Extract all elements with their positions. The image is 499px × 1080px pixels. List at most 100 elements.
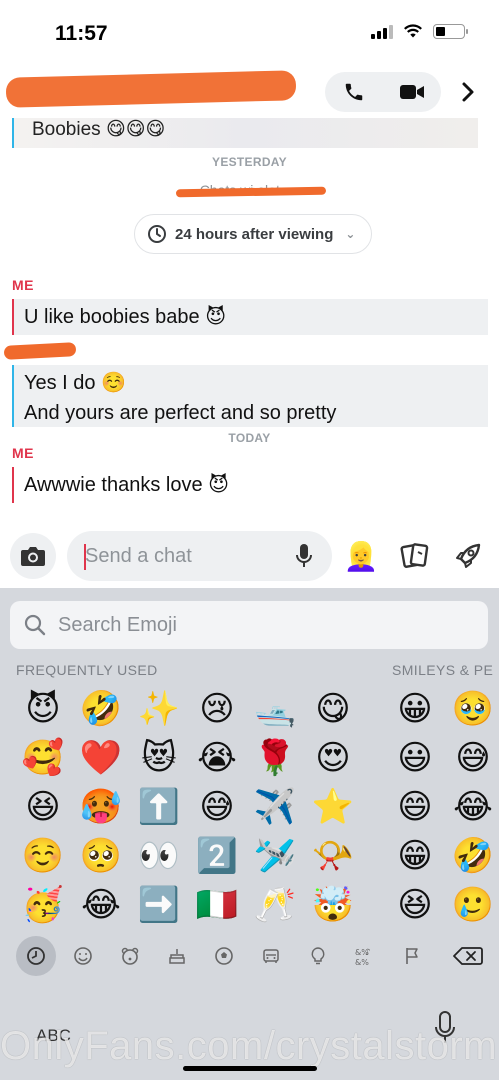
frequent-emoji-grid: 😈 🤣 ✨ 😢 🛥️ 😋 🥰 ❤️ 😻 😭 🌹 😍 😆 🥵 ⬆️ 😅 ✈️ ⭐ ☺️ 🥺 👀 2️⃣ 🛩️ 📯 🥳 😂 ➡️ 🇮🇹 🥂 🤯: [14, 684, 354, 929]
chat-retention-setting[interactable]: 24 hours after viewing ⌄: [134, 214, 372, 254]
emoji-search-placeholder: Search Emoji: [58, 613, 177, 636]
message-bubble[interactable]: Awwwie thanks love 😈: [12, 467, 488, 503]
emoji-key[interactable]: 🥹: [444, 684, 499, 733]
sticker-cards-icon: [400, 543, 429, 568]
voice-call-button[interactable]: [334, 72, 374, 112]
battery-icon: [433, 24, 468, 39]
svg-text:♪: ♪: [365, 948, 371, 958]
home-indicator[interactable]: [183, 1066, 317, 1071]
category-objects[interactable]: [298, 936, 338, 976]
emoji-key[interactable]: 😢: [188, 684, 246, 733]
bitmoji-button[interactable]: 👱‍♀️: [343, 536, 379, 576]
emoji-key[interactable]: 🛩️: [246, 831, 304, 880]
emoji-key[interactable]: 👀: [130, 831, 188, 880]
emoji-key[interactable]: 🥂: [246, 880, 304, 929]
emoji-key[interactable]: 😀: [386, 684, 444, 733]
status-time: 11:57: [55, 22, 108, 45]
sender-label-me: ME: [12, 277, 34, 293]
message-line: And yours are perfect and so pretty: [24, 402, 337, 424]
bitmoji-avatar-icon: 👱‍♀️: [343, 540, 379, 572]
emoji-key[interactable]: ⬆️: [130, 782, 188, 831]
category-travel[interactable]: [251, 936, 291, 976]
emoji-key[interactable]: 😈: [14, 684, 72, 733]
emoji-key[interactable]: 😅: [188, 782, 246, 831]
emoji-key[interactable]: 😆: [386, 880, 444, 929]
message-line: Yes I do ☺️: [24, 372, 127, 394]
snap-preview[interactable]: Boobies 😋😋😋: [12, 118, 478, 148]
message-bubble[interactable]: U like boobies babe 😈: [12, 299, 488, 335]
emoji-key[interactable]: ✈️: [246, 782, 304, 831]
cellular-signal-icon: [371, 24, 393, 39]
chevron-right-icon: [462, 82, 474, 102]
emoji-key[interactable]: 🤣: [72, 684, 130, 733]
chevron-down-icon: ⌄: [345, 227, 356, 241]
emoji-key[interactable]: 🇮🇹: [188, 880, 246, 929]
emoji-key[interactable]: ✨: [130, 684, 188, 733]
call-button-group: [325, 72, 441, 112]
camera-button[interactable]: [10, 533, 56, 579]
sender-label-redacted: [3, 342, 77, 360]
emoji-search-field[interactable]: Search Emoji: [10, 601, 488, 649]
emoji-key[interactable]: 🤯: [304, 880, 362, 929]
chat-details-button[interactable]: [453, 74, 483, 110]
emoji-key[interactable]: 😍: [304, 733, 362, 782]
emoji-key[interactable]: 😂: [444, 782, 499, 831]
emoji-key[interactable]: 😁: [386, 831, 444, 880]
emoji-key[interactable]: 😃: [386, 733, 444, 782]
emoji-key[interactable]: 😭: [188, 733, 246, 782]
wifi-icon: [404, 24, 422, 38]
contact-name-redacted[interactable]: [5, 70, 297, 108]
games-button[interactable]: [450, 538, 486, 574]
emoji-category-bar: &% ♪ &%: [0, 936, 499, 976]
retention-label: 24 hours after viewing: [175, 225, 334, 243]
smiley-icon: [74, 947, 92, 965]
emoji-key[interactable]: 😂: [72, 880, 130, 929]
chat-composer: 👱‍♀️: [0, 526, 499, 588]
emoji-key[interactable]: 🛥️: [246, 684, 304, 733]
microphone-icon: [296, 544, 312, 567]
category-flags[interactable]: [392, 936, 432, 976]
category-food[interactable]: [157, 936, 197, 976]
emoji-key[interactable]: 😆: [14, 782, 72, 831]
emoji-key[interactable]: 🥺: [72, 831, 130, 880]
soccer-ball-icon: [215, 947, 233, 965]
category-animals[interactable]: [110, 936, 150, 976]
emoji-key[interactable]: 😋: [304, 684, 362, 733]
emoji-key[interactable]: 😅: [444, 733, 499, 782]
category-activity[interactable]: [204, 936, 244, 976]
backspace-icon: [453, 947, 483, 965]
emoji-keyboard: Search Emoji FREQUENTLY USED SMILEYS & P…: [0, 588, 499, 1080]
emoji-key[interactable]: 😻: [130, 733, 188, 782]
sender-label-me: ME: [12, 445, 34, 461]
message-list[interactable]: Boobies 😋😋😋 YESTERDAY Chats wi elete... …: [0, 118, 499, 526]
emoji-key[interactable]: 🥲: [444, 880, 499, 929]
voice-note-button[interactable]: [292, 542, 316, 570]
emoji-key[interactable]: 🤣: [444, 831, 499, 880]
category-smileys[interactable]: [63, 936, 103, 976]
search-icon: [24, 614, 46, 636]
backspace-key[interactable]: [448, 936, 488, 976]
emoji-key[interactable]: ☺️: [14, 831, 72, 880]
sticker-button[interactable]: [397, 538, 433, 574]
emoji-key[interactable]: ➡️: [130, 880, 188, 929]
emoji-key[interactable]: 😄: [386, 782, 444, 831]
emoji-key[interactable]: 🥰: [14, 733, 72, 782]
emoji-key[interactable]: ⭐: [304, 782, 362, 831]
smileys-emoji-grid: 😀 🥹 😃 😅 😄 😂 😁 🤣 😆 🥲: [386, 684, 499, 929]
symbols-icon: &% ♪ &%: [355, 948, 371, 966]
category-symbols[interactable]: &% ♪ &%: [345, 936, 385, 976]
video-call-button[interactable]: [392, 72, 432, 112]
day-separator-yesterday: YESTERDAY: [212, 155, 287, 169]
phone-icon: [345, 83, 363, 101]
section-label-smileys: SMILEYS & PE: [392, 662, 494, 678]
emoji-key[interactable]: 📯: [304, 831, 362, 880]
battery-level: [436, 27, 446, 36]
emoji-key[interactable]: ❤️: [72, 733, 130, 782]
category-recent[interactable]: [16, 936, 56, 976]
emoji-key[interactable]: 🌹: [246, 733, 304, 782]
emoji-key[interactable]: 2️⃣: [188, 831, 246, 880]
emoji-key[interactable]: 🥳: [14, 880, 72, 929]
text-caret: [84, 544, 86, 570]
message-bubble[interactable]: Yes I do ☺️ And yours are perfect and so…: [12, 365, 488, 427]
emoji-key[interactable]: 🥵: [72, 782, 130, 831]
